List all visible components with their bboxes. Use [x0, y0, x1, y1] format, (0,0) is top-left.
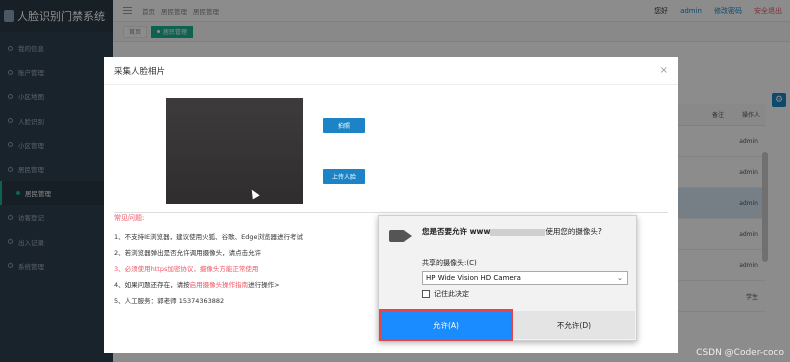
faq-line: 4、如果问题还存在，请按启用摄像头操作指南进行操作> [114, 277, 376, 293]
question-suffix: 使用您的摄像头? [545, 227, 602, 236]
dialog-title: 采集人脸相片 [104, 57, 678, 85]
close-icon[interactable]: × [660, 65, 668, 76]
faq-text: 进行操作> [248, 281, 280, 289]
blurred-domain [490, 228, 546, 236]
watermark: CSDN @Coder-coco [696, 348, 784, 358]
faq-line: 3、必须使用https加密协议，摄像头方能正常使用 [114, 265, 259, 273]
camera-select[interactable]: HP Wide Vision HD Camera ⌄ [422, 271, 628, 285]
shared-camera-label: 共享的摄像头:(C) [422, 259, 477, 267]
camera-preview [166, 98, 303, 204]
remember-checkbox[interactable] [422, 290, 430, 298]
upload-face-button[interactable]: 上传人脸 [323, 169, 365, 184]
camera-icon [389, 230, 412, 242]
camera-permission-popup: 您是否要允许 www 使用您的摄像头? 共享的摄像头:(C) HP Wide Vi… [378, 215, 637, 341]
faq-title: 常见问题: [114, 214, 145, 222]
guide-link[interactable]: 启用摄像头操作指南 [190, 281, 249, 289]
take-photo-button[interactable]: 拍照 [323, 118, 365, 133]
faq-line: 5、人工服务：郭老师 15374363882 [114, 297, 225, 305]
remember-decision[interactable]: 记住此决定 [422, 289, 469, 299]
question-prefix: 您是否要允许 www [422, 227, 491, 236]
permission-question: 您是否要允许 www 使用您的摄像头? [422, 226, 632, 237]
faq-text: 4、如果问题还存在，请按 [114, 281, 190, 289]
camera-option: HP Wide Vision HD Camera [426, 274, 521, 282]
allow-button[interactable]: 允许(A) [379, 309, 513, 341]
remember-label: 记住此决定 [434, 290, 469, 298]
deny-button[interactable]: 不允许(D) [513, 311, 635, 339]
faq-line: 2、若浏览器弹出是否允许调用摄像头，请点击允许 [114, 249, 262, 257]
chevron-down-icon: ⌄ [617, 274, 623, 282]
faq-section: 常见问题: 1、不支持IE浏览器，建议使用火狐、谷歌、Edge浏览器进行考试 2… [114, 213, 376, 335]
faq-line: 1、不支持IE浏览器，建议使用火狐、谷歌、Edge浏览器进行考试 [114, 233, 304, 241]
